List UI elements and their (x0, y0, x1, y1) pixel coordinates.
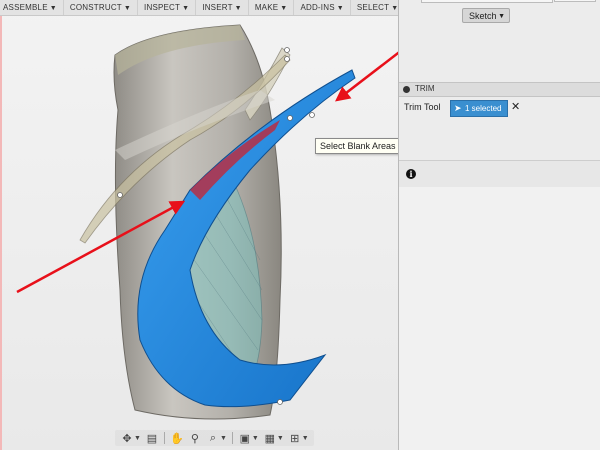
menu-construct[interactable]: CONSTRUCT ▼ (64, 0, 139, 15)
top-buttons[interactable] (421, 0, 596, 3)
pan-icon[interactable]: ✋ (169, 431, 185, 445)
chevron-down-icon: ▼ (182, 5, 190, 12)
chevron-down-icon: ▼ (234, 5, 242, 12)
menu-assemble[interactable]: ASSEMBLE ▼ (0, 0, 64, 15)
chevron-down-icon[interactable]: ▼ (220, 435, 227, 442)
trim-panel-header[interactable]: TRIM (399, 82, 600, 97)
info-icon[interactable]: i (406, 169, 416, 179)
chevron-down-icon[interactable]: ▼ (302, 435, 309, 442)
menu-label: INSERT (202, 3, 233, 12)
menu-label: CONSTRUCT (69, 3, 122, 12)
chevron-down-icon[interactable]: ▼ (277, 435, 284, 442)
menu-label: ASSEMBLE (3, 3, 48, 12)
menu-label: SELECT (356, 3, 390, 12)
clear-selection-icon[interactable]: ✕ (511, 100, 520, 113)
selection-count: 1 selected (465, 104, 502, 113)
view-cube-icon[interactable]: ⊞ (287, 431, 303, 445)
3d-viewport[interactable]: ASSEMBLE ▼ CONSTRUCT ▼ INSPECT ▼ INSERT ▼ MA… (0, 0, 398, 450)
chevron-down-icon[interactable]: ▼ (134, 435, 141, 442)
chevron-down-icon: ▼ (49, 5, 57, 12)
main-toolbar: ASSEMBLE ▼ CONSTRUCT ▼ INSPECT ▼ INSERT ▼ MA… (0, 0, 398, 16)
right-panel: Sketch ▼ TRIM Trim Tool ➤ 1 selected ✕ i (398, 0, 600, 450)
divider (231, 432, 233, 444)
top-button-right[interactable] (554, 0, 596, 2)
chevron-down-icon: ▼ (280, 5, 288, 12)
menu-label: MAKE (254, 3, 279, 12)
navigation-bar: ✥ ▼ ▤ ✋ ⚲ ⌕ ▼ ▣ ▼ ▦ ▼ ⊞ ▼ (115, 430, 314, 446)
chevron-down-icon: ▼ (391, 5, 398, 12)
trim-selection-button[interactable]: ➤ 1 selected (450, 100, 508, 117)
menu-inspect[interactable]: INSPECT ▼ (138, 0, 197, 15)
divider (163, 432, 165, 444)
menu-select[interactable]: SELECT ▼ (351, 0, 398, 15)
zoom-icon[interactable]: ⚲ (187, 431, 203, 445)
orbit-icon[interactable]: ✥ (119, 431, 135, 445)
trim-title: TRIM (415, 84, 435, 93)
chevron-down-icon: ▼ (498, 13, 505, 20)
panel-background (399, 187, 600, 450)
grid-icon[interactable]: ▦ (262, 431, 278, 445)
dropdown-label: Sketch (469, 11, 497, 21)
chevron-down-icon: ▼ (336, 5, 344, 12)
model-canvas[interactable] (0, 0, 398, 450)
chevron-down-icon: ▼ (123, 5, 132, 12)
menu-label: INSPECT (144, 3, 181, 12)
zoom-window-icon[interactable]: ⌕ (205, 431, 221, 445)
panel-footer: i (399, 160, 600, 188)
menu-insert[interactable]: INSERT ▼ (196, 0, 249, 15)
trim-tool-label: Trim Tool (404, 102, 441, 112)
look-at-icon[interactable]: ▤ (144, 431, 160, 445)
menu-make[interactable]: MAKE ▼ (249, 0, 295, 15)
chevron-down-icon[interactable]: ▼ (252, 435, 259, 442)
menu-add-ins[interactable]: ADD-INS ▼ (294, 0, 351, 15)
display-icon[interactable]: ▣ (237, 431, 253, 445)
cursor-arrow-icon: ➤ (454, 103, 462, 113)
trim-tooltip: Select Blank Areas to remove (315, 138, 398, 154)
annotation-arrow-right (335, 51, 398, 102)
menu-label: ADD-INS (300, 3, 335, 12)
sketch-dropdown[interactable]: Sketch ▼ (462, 8, 510, 23)
collapse-icon[interactable] (403, 86, 410, 93)
